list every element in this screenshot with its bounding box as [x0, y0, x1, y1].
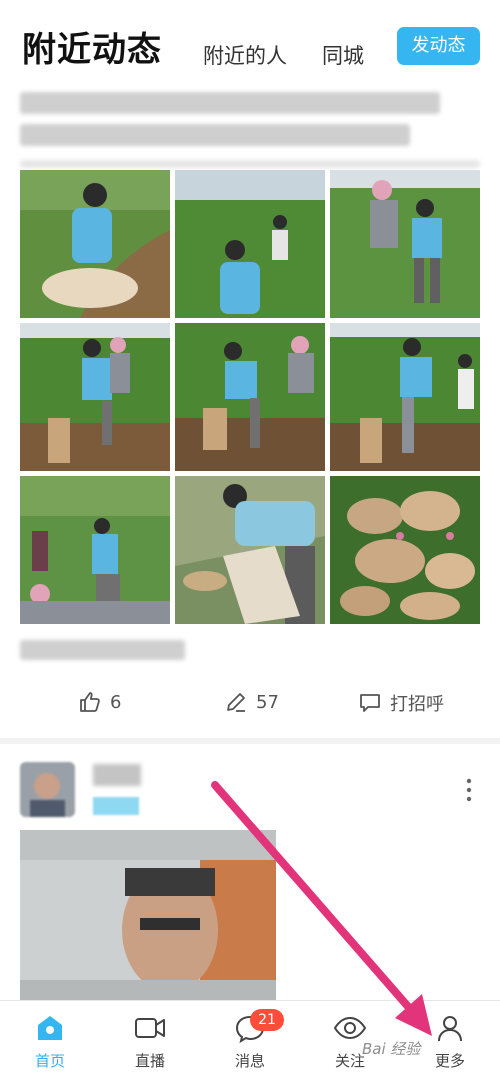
- blurred-location: [20, 640, 185, 660]
- tab-same-city[interactable]: 同城: [322, 40, 364, 70]
- post-photo[interactable]: [20, 476, 170, 624]
- page-title: 附近动态: [22, 30, 162, 70]
- post-photo[interactable]: [175, 476, 325, 624]
- more-options-icon[interactable]: [462, 775, 476, 805]
- blurred-user-tag: [93, 797, 139, 815]
- blurred-text-line: [20, 124, 410, 146]
- post-photo[interactable]: [20, 323, 170, 471]
- chat-bubble-icon: [360, 694, 380, 712]
- post-photo[interactable]: [175, 323, 325, 471]
- post-action-bar: 6 57 打招呼: [0, 680, 500, 730]
- unread-badge: 21: [250, 1009, 284, 1031]
- nav-home-label: 首页: [34, 1052, 65, 1070]
- watermark: Bai 经验: [362, 1040, 421, 1058]
- blurred-text-line: [20, 92, 440, 114]
- greet-button[interactable]: 打招呼: [358, 690, 444, 716]
- pen-icon: [227, 693, 245, 712]
- comment-count: 57: [256, 691, 279, 713]
- video-icon: [135, 1018, 165, 1038]
- nav-more-label: 更多: [434, 1052, 465, 1070]
- nav-live-label: 直播: [134, 1052, 165, 1070]
- greet-label: 打招呼: [390, 694, 444, 715]
- avatar[interactable]: [20, 762, 75, 817]
- blurred-username[interactable]: [93, 764, 141, 786]
- home-icon: [38, 1016, 62, 1040]
- tab-nearby-people[interactable]: 附近的人: [203, 40, 287, 70]
- person-icon: [438, 1016, 462, 1042]
- like-button[interactable]: 6: [78, 690, 121, 714]
- post-moment-button[interactable]: 发动态: [397, 27, 480, 65]
- section-divider: [0, 738, 500, 744]
- post-photo[interactable]: [175, 170, 325, 318]
- thumb-up-icon: [80, 692, 100, 712]
- top-header: 附近动态 附近的人 同城 发动态: [0, 0, 500, 75]
- blurred-text-line: [20, 160, 480, 168]
- post-photo-blurred[interactable]: [20, 830, 276, 1000]
- post-photo[interactable]: [20, 170, 170, 318]
- nav-messages-label: 消息: [234, 1052, 265, 1070]
- post-photo[interactable]: [330, 170, 480, 318]
- photo-grid: [20, 170, 480, 625]
- nav-messages[interactable]: 21 消息: [215, 1009, 285, 1071]
- post-photo[interactable]: [330, 323, 480, 471]
- nav-live[interactable]: 直播: [115, 1013, 185, 1071]
- like-count: 6: [110, 691, 122, 713]
- comment-button[interactable]: 57: [224, 690, 279, 714]
- post-photo[interactable]: [330, 476, 480, 624]
- nav-more[interactable]: 更多: [415, 1013, 485, 1071]
- nav-home[interactable]: 首页: [15, 1013, 85, 1071]
- bottom-navigation: 首页 直播 21 消息 关注 更多: [0, 1000, 500, 1081]
